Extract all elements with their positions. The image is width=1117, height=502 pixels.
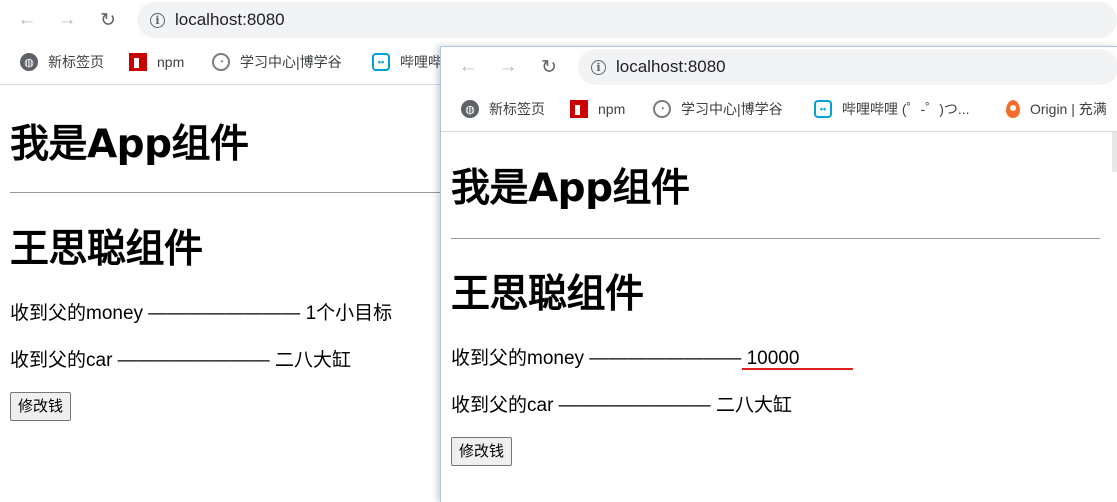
money-value: 10000 — [746, 348, 800, 369]
bookmark-label: 哔哩哔哩 (゜-゜)つ... — [842, 101, 970, 117]
bookmark-new-tab[interactable]: ◍ 新标签页 — [20, 40, 104, 84]
bookmark-label: npm — [598, 101, 626, 117]
divider — [10, 192, 442, 193]
bookmark-label: npm — [157, 54, 185, 70]
info-icon[interactable]: i — [150, 12, 165, 28]
toolbar: ← → ↻ i localhost:8080 — [0, 0, 1117, 40]
address-bar[interactable]: i localhost:8080 — [137, 2, 1117, 38]
change-money-button[interactable]: 修改钱 — [451, 437, 513, 466]
bookmark-bilibili[interactable]: •• 哔哩哔哩 (゜-゜)つ... — [814, 87, 970, 131]
npm-icon — [129, 53, 147, 71]
bookmark-npm[interactable]: npm — [129, 40, 184, 84]
origin-icon — [1006, 100, 1020, 118]
back-arrow-icon[interactable]: ← — [15, 8, 39, 32]
highlight-underline — [742, 368, 853, 370]
globe-icon: ◍ — [461, 100, 479, 118]
back-arrow-icon[interactable]: ← — [456, 55, 480, 79]
globe-icon: ◍ — [20, 53, 38, 71]
learning-center-icon: ◔ — [212, 53, 230, 71]
bookmarks-bar: ◍ 新标签页 npm ◔ 学习中心|博学谷 •• 哔哩哔哩 (゜-゜)つ... … — [441, 87, 1117, 132]
page-content: 我是App组件 王思聪组件 收到父的money ———————— 10000 收… — [441, 132, 1117, 502]
money-label: 收到父的money ———————— — [451, 348, 742, 369]
npm-icon — [570, 100, 588, 118]
browser-window-front: ← → ↻ i localhost:8080 ◍ 新标签页 npm ◔ 学习中心… — [440, 46, 1117, 502]
reload-icon[interactable]: ↻ — [537, 55, 561, 79]
learning-center-icon: ◔ — [653, 100, 671, 118]
component-heading: 王思聪组件 — [10, 227, 203, 272]
address-bar[interactable]: i localhost:8080 — [578, 49, 1117, 85]
bookmark-bilibili[interactable]: •• 哔哩哔 — [372, 40, 442, 84]
bookmark-label: 新标签页 — [48, 54, 104, 70]
forward-arrow-icon[interactable]: → — [496, 55, 520, 79]
toolbar: ← → ↻ i localhost:8080 — [441, 47, 1117, 87]
bookmark-label: 学习中心|博学谷 — [681, 101, 783, 117]
car-line: 收到父的car ———————— 二八大缸 — [10, 350, 351, 371]
app-heading: 我是App组件 — [451, 166, 690, 211]
reload-icon[interactable]: ↻ — [96, 8, 120, 32]
bookmark-label: 哔哩哔 — [400, 54, 442, 70]
bookmark-label: 学习中心|博学谷 — [240, 54, 342, 70]
bilibili-icon: •• — [372, 53, 390, 71]
money-line: 收到父的money ———————— 10000 — [451, 349, 799, 368]
forward-arrow-icon[interactable]: → — [55, 8, 79, 32]
scrollbar[interactable] — [1112, 132, 1117, 172]
url-text: localhost:8080 — [175, 10, 285, 29]
bookmark-npm[interactable]: npm — [570, 87, 625, 131]
app-heading: 我是App组件 — [10, 122, 249, 167]
bookmark-boxuegu[interactable]: ◔ 学习中心|博学谷 — [212, 40, 342, 84]
component-heading: 王思聪组件 — [451, 272, 644, 317]
bilibili-icon: •• — [814, 100, 832, 118]
divider — [451, 238, 1100, 239]
url-text: localhost:8080 — [616, 57, 726, 76]
info-icon[interactable]: i — [591, 59, 606, 75]
bookmark-label: Origin | 充满 — [1030, 101, 1107, 117]
bookmark-origin[interactable]: Origin | 充满 — [1006, 87, 1107, 131]
car-line: 收到父的car ———————— 二八大缸 — [451, 395, 792, 416]
change-money-button[interactable]: 修改钱 — [10, 392, 72, 421]
bookmark-boxuegu[interactable]: ◔ 学习中心|博学谷 — [653, 87, 783, 131]
bookmark-new-tab[interactable]: ◍ 新标签页 — [461, 87, 545, 131]
money-line: 收到父的money ———————— 1个小目标 — [10, 303, 393, 324]
bookmark-label: 新标签页 — [489, 101, 545, 117]
